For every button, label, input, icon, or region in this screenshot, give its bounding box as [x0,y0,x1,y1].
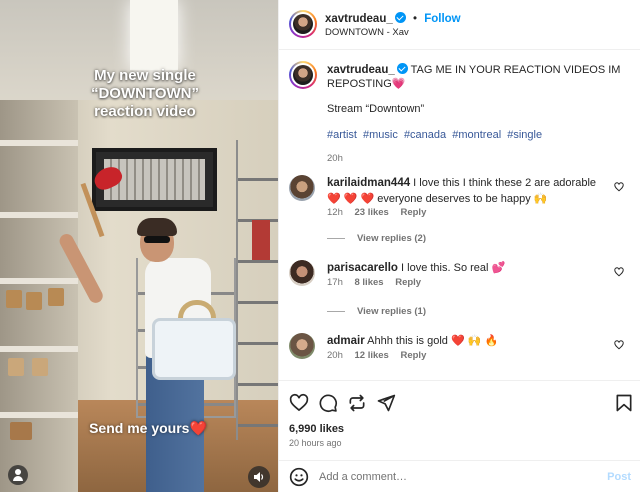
verified-badge-icon [396,63,408,74]
caption-hashtags: #artist #music #canada #montreal #single [327,129,545,141]
person-hair [137,218,177,236]
comment-time: 12h [327,207,343,218]
separator-dot: • [412,13,417,25]
hashtag-link[interactable]: #artist [327,129,357,141]
commenter-username[interactable]: karilaidman444 [327,177,410,189]
view-replies-button[interactable]: View replies (1) [327,306,426,317]
mute-button[interactable] [248,466,270,488]
commenter-username[interactable]: parisacarello [327,262,398,274]
commenter-avatar[interactable] [289,260,315,286]
like-comment-icon[interactable] [614,340,624,350]
commenter-username[interactable]: admair [327,335,365,347]
hashtag-link[interactable]: #music [363,129,398,141]
view-replies-button[interactable]: View replies (2) [327,233,426,244]
comments-section[interactable]: xavtrudeau_ TAG ME IN YOUR REACTION VIDE… [279,51,640,378]
post-panel: xavtrudeau_ • Follow DOWNTOWN - Xav xavt… [278,0,640,492]
post-header: xavtrudeau_ • Follow DOWNTOWN - Xav [279,0,640,50]
like-comment-icon[interactable] [614,267,624,277]
like-comment-icon[interactable] [614,182,624,192]
reply-button[interactable]: Reply [395,277,421,288]
reel-video[interactable]: My new single “DOWNTOWN” reaction video … [0,0,278,492]
ceiling-light [130,0,178,70]
likes-count[interactable]: 6,990 likes [289,423,344,435]
hashtag-link[interactable]: #single [507,129,542,141]
basket [152,318,236,380]
video-caption-bottom: Send me yours❤️ [89,420,207,436]
store-shelf [0,100,78,492]
metal-rack [236,140,278,440]
author-avatar[interactable] [289,10,317,38]
post-button[interactable]: Post [607,471,631,483]
commenter-avatar[interactable] [289,175,315,201]
reply-button[interactable]: Reply [400,350,426,361]
comment-time: 17h [327,277,343,288]
comment-likes[interactable]: 8 likes [355,277,384,288]
caption-time: 20h [327,153,343,164]
hashtag-link[interactable]: #canada [404,129,446,141]
comment-icon[interactable] [318,393,338,413]
caption-username[interactable]: xavtrudeau_ [327,64,395,76]
comment-text: Ahhh this is gold ❤️ 🙌 🔥 [367,335,499,347]
comment-likes[interactable]: 12 likes [355,350,389,361]
sunglasses [144,236,170,243]
reply-button[interactable]: Reply [400,207,426,218]
heart-icon[interactable] [289,393,309,413]
follow-button[interactable]: Follow [424,13,460,25]
author-avatar[interactable] [289,61,317,89]
add-comment-bar: Post [279,460,640,492]
comment-text: I love this. So real 💕 [401,262,506,274]
tagged-users-icon[interactable] [8,465,28,485]
author-username[interactable]: xavtrudeau_ [325,13,393,25]
emoji-icon[interactable] [289,467,309,487]
bookmark-icon[interactable] [614,393,634,413]
video-caption-top: My new single “DOWNTOWN” reaction video [90,67,200,120]
commenter-avatar[interactable] [289,333,315,359]
post-actions: 6,990 likes 20 hours ago [279,380,640,450]
share-icon[interactable] [347,393,367,413]
comment-time: 20h [327,350,343,361]
send-icon[interactable] [376,393,396,413]
speaker-icon [254,472,264,482]
comment-likes[interactable]: 23 likes [355,207,389,218]
comment-input[interactable] [319,468,589,486]
verified-badge-icon [394,12,406,23]
audio-subtitle[interactable]: DOWNTOWN - Xav [325,27,409,38]
post-time-ago: 20 hours ago [289,438,342,448]
caption-stream: Stream “Downtown” [327,103,425,115]
hashtag-link[interactable]: #montreal [452,129,501,141]
